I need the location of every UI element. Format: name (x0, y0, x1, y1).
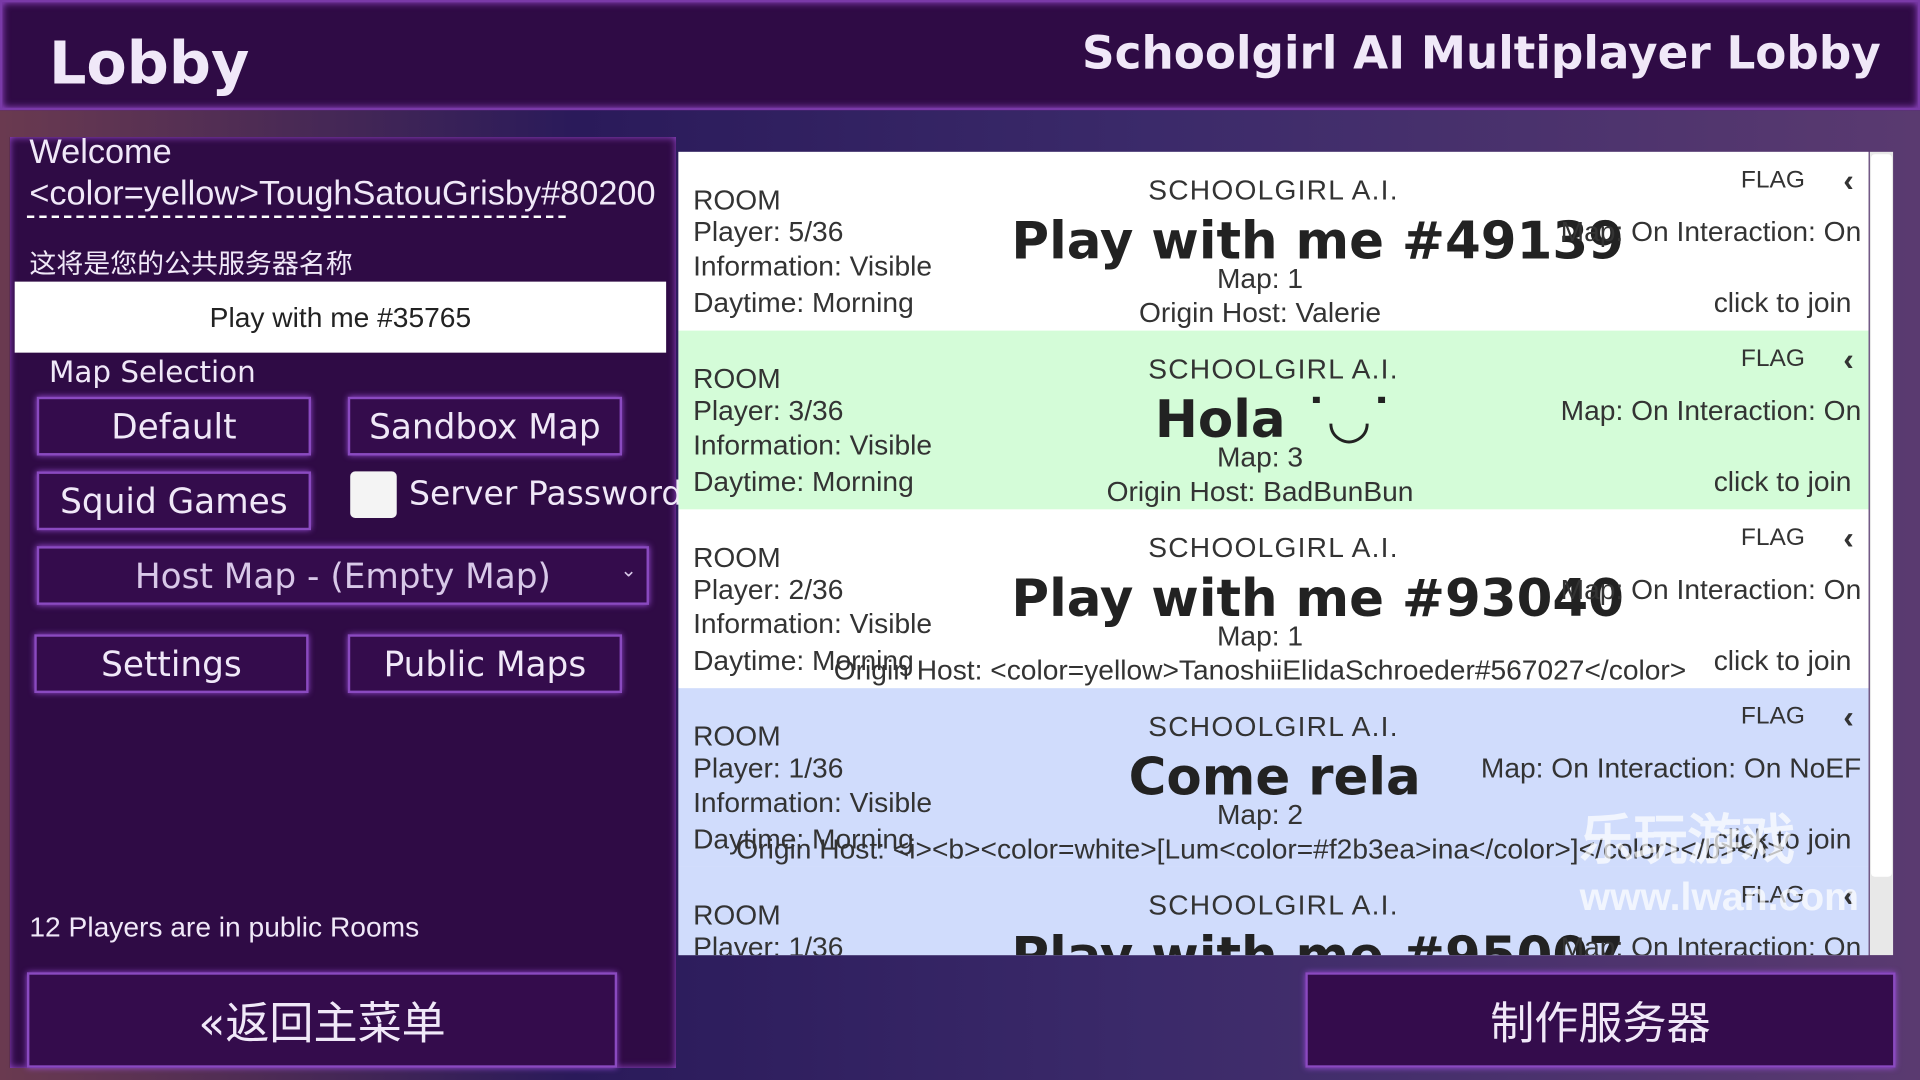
host-panel: Welcome <color=yellow>ToughSatouGrisby#8… (9, 132, 682, 1068)
create-server-button[interactable]: 制作服务器 (1305, 972, 1896, 1068)
room-game: SCHOOLGIRL A.I. (1148, 173, 1399, 206)
page-title: Lobby (48, 29, 250, 98)
room-players: Player: 1/36 (693, 751, 844, 784)
room-flags: Map: On Interaction: On (1560, 573, 1862, 605)
room-players: Player: 2/36 (693, 573, 844, 605)
username-underline (26, 215, 566, 218)
app-title: Schoolgirl AI Multiplayer Lobby (1082, 26, 1881, 80)
room-players: Player: 1/36 (693, 930, 844, 956)
room-row[interactable]: ROOM Player: 5/36 Information: Visible Dayt… (678, 151, 1869, 331)
host-map-value: Host Map - (Empty Map) (134, 555, 551, 596)
flag-button[interactable]: FLAG (1741, 167, 1805, 195)
room-flags: Map: On Interaction: On (1560, 394, 1862, 427)
room-row[interactable]: ROOM Player: 2/36 Information: Visible Dayt… (678, 509, 1869, 689)
room-flags: Map: On Interaction: On NoEF (1480, 751, 1862, 784)
chevron-left-icon[interactable]: ‹ (1843, 162, 1854, 200)
scrollbar-thumb[interactable] (1871, 154, 1892, 877)
room-game: SCHOOLGIRL A.I. (1148, 352, 1399, 385)
server-password-label: Server Password (408, 475, 683, 514)
watermark-url: www.lwan.com (1579, 874, 1860, 919)
flag-button[interactable]: FLAG (1741, 524, 1805, 552)
room-name: Play with me #95007 (1011, 926, 1624, 955)
room-players: Player: 5/36 (693, 215, 844, 248)
chevron-down-icon: ⌄ (620, 558, 637, 582)
chevron-left-icon[interactable]: ‹ (1843, 698, 1854, 736)
sandbox-map-button[interactable]: Sandbox Map (347, 396, 623, 456)
default-map-button[interactable]: Default (36, 396, 312, 456)
join-label[interactable]: click to join (1714, 287, 1852, 320)
welcome-label: Welcome (29, 132, 172, 171)
settings-button[interactable]: Settings (34, 634, 309, 694)
chevron-left-icon[interactable]: ‹ (1843, 340, 1854, 378)
watermark-text: 乐玩游戏 (1579, 810, 1796, 871)
room-map: Map: 3 (1216, 440, 1304, 473)
flag-button[interactable]: FLAG (1741, 345, 1805, 373)
squid-games-button[interactable]: Squid Games (36, 471, 312, 531)
room-map: Map: 1 (1216, 619, 1304, 652)
server-name-label: 这将是您的公共服务器名称 (29, 248, 353, 280)
room-game: SCHOOLGIRL A.I. (1148, 531, 1399, 564)
room-game: SCHOOLGIRL A.I. (1148, 710, 1399, 743)
header-bar: Lobby Schoolgirl AI Multiplayer Lobby (0, 0, 1920, 111)
join-label[interactable]: click to join (1714, 465, 1852, 498)
lobby-screen: Lobby Schoolgirl AI Multiplayer Lobby We… (0, 0, 1920, 1080)
room-row[interactable]: ROOM Player: 3/36 Information: Visible Dayt… (678, 330, 1869, 510)
chevron-left-icon[interactable]: ‹ (1843, 519, 1854, 557)
join-label[interactable]: click to join (1714, 644, 1852, 677)
room-host: Origin Host: Valerie (1138, 296, 1382, 329)
username-label: <color=yellow>ToughSatouGrisby#80200 (29, 173, 656, 212)
room-map: Map: 1 (1216, 262, 1304, 294)
room-players: Player: 3/36 (693, 394, 844, 427)
map-selection-label: Map Selection (48, 355, 256, 390)
players-status: 12 Players are in public Rooms (29, 911, 420, 943)
public-maps-button[interactable]: Public Maps (347, 634, 623, 694)
watermark-logo: 乐玩游戏 www.lwan.com (1580, 796, 1859, 920)
room-flags: Map: On Interaction: On (1560, 215, 1862, 248)
server-password-checkbox[interactable] (350, 471, 397, 518)
flag-button[interactable]: FLAG (1741, 703, 1805, 731)
back-to-main-menu-button[interactable]: «返回主菜单 (26, 972, 618, 1068)
room-flags: Map: On Interaction: On (1560, 930, 1862, 956)
server-name-input[interactable]: Play with me #35765 (14, 281, 667, 353)
room-host: Origin Host: <color=yellow>TanoshiiElida… (833, 653, 1687, 686)
host-map-dropdown[interactable]: Host Map - (Empty Map) ⌄ (36, 546, 649, 605)
room-host: Origin Host: BadBunBun (1106, 475, 1414, 507)
